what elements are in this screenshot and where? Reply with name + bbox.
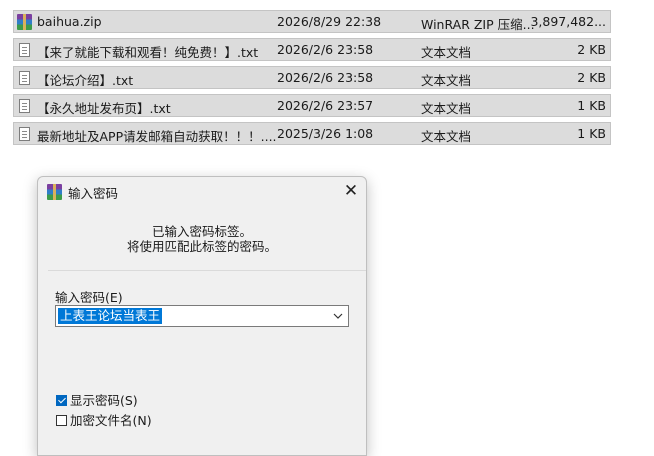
- encrypt-file-names-checkbox[interactable]: 加密文件名(N): [56, 410, 152, 429]
- password-input[interactable]: 上表王论坛当表王: [58, 308, 163, 324]
- checkbox-unchecked-icon[interactable]: [56, 415, 67, 426]
- file-name: baihua.zip: [37, 14, 102, 29]
- file-size: 1 KB: [577, 98, 606, 113]
- winrar-app-icon: [47, 184, 62, 200]
- text-file-icon: [17, 126, 32, 142]
- file-row-forum-intro-txt[interactable]: 【论坛介绍】.txt 2026/2/6 23:58 文本文档 2 KB: [13, 66, 611, 89]
- chevron-down-icon[interactable]: [332, 308, 344, 324]
- file-type: 文本文档: [421, 101, 472, 116]
- file-date: 2026/2/6 23:57: [277, 98, 374, 113]
- text-file-icon: [17, 70, 32, 86]
- dialog-message-line2: 将使用匹配此标签的密码。: [126, 239, 277, 254]
- close-button[interactable]: ✕: [340, 180, 362, 202]
- encrypt-file-names-label: 加密文件名(N): [70, 413, 152, 428]
- file-size: 3,897,482...: [530, 14, 606, 29]
- file-row-baihua-zip[interactable]: baihua.zip 2026/8/29 22:38 WinRAR ZIP 压缩…: [13, 10, 611, 33]
- file-date: 2026/2/6 23:58: [277, 42, 374, 57]
- file-date: 2026/2/6 23:58: [277, 70, 374, 85]
- password-label: 输入密码(E): [55, 290, 123, 305]
- file-date: 2026/8/29 22:38: [277, 14, 382, 29]
- file-date: 2025/3/26 1:08: [277, 126, 374, 141]
- file-row-permanent-address-txt[interactable]: 【永久地址发布页】.txt 2026/2/6 23:57 文本文档 1 KB: [13, 94, 611, 117]
- file-size: 2 KB: [577, 42, 606, 57]
- file-size: 2 KB: [577, 70, 606, 85]
- file-name: 【永久地址发布页】.txt: [37, 101, 171, 116]
- checkbox-checked-icon[interactable]: [56, 395, 67, 406]
- file-type: 文本文档: [421, 45, 472, 60]
- password-combobox[interactable]: 上表王论坛当表王: [55, 305, 349, 327]
- show-password-checkbox[interactable]: 显示密码(S): [56, 390, 138, 409]
- dialog-title: 输入密码: [68, 186, 119, 201]
- file-row-latest-address-txt[interactable]: 最新地址及APP请发邮箱自动获取！！！.... 2025/3/26 1:08 文…: [13, 122, 611, 145]
- password-dialog: 输入密码 ✕ 已输入密码标签。 将使用匹配此标签的密码。 输入密码(E) 上表王…: [37, 176, 367, 456]
- dialog-titlebar[interactable]: 输入密码 ✕: [38, 177, 366, 207]
- text-file-icon: [17, 42, 32, 58]
- winrar-zip-icon: [17, 14, 32, 30]
- file-name: 【来了就能下载和观看！纯免费！】.txt: [37, 45, 259, 60]
- file-type: 文本文档: [421, 73, 472, 88]
- file-name: 【论坛介绍】.txt: [37, 73, 134, 88]
- dialog-divider: [48, 270, 366, 271]
- file-type: 文本文档: [421, 129, 472, 144]
- text-file-icon: [17, 98, 32, 114]
- file-size: 1 KB: [577, 126, 606, 141]
- file-name: 最新地址及APP请发邮箱自动获取！！！....: [37, 129, 277, 144]
- file-type: WinRAR ZIP 压缩...: [421, 17, 535, 32]
- show-password-label: 显示密码(S): [70, 393, 138, 408]
- file-row-free-download-txt[interactable]: 【来了就能下载和观看！纯免费！】.txt 2026/2/6 23:58 文本文档…: [13, 38, 611, 61]
- file-list: baihua.zip 2026/8/29 22:38 WinRAR ZIP 压缩…: [13, 10, 611, 150]
